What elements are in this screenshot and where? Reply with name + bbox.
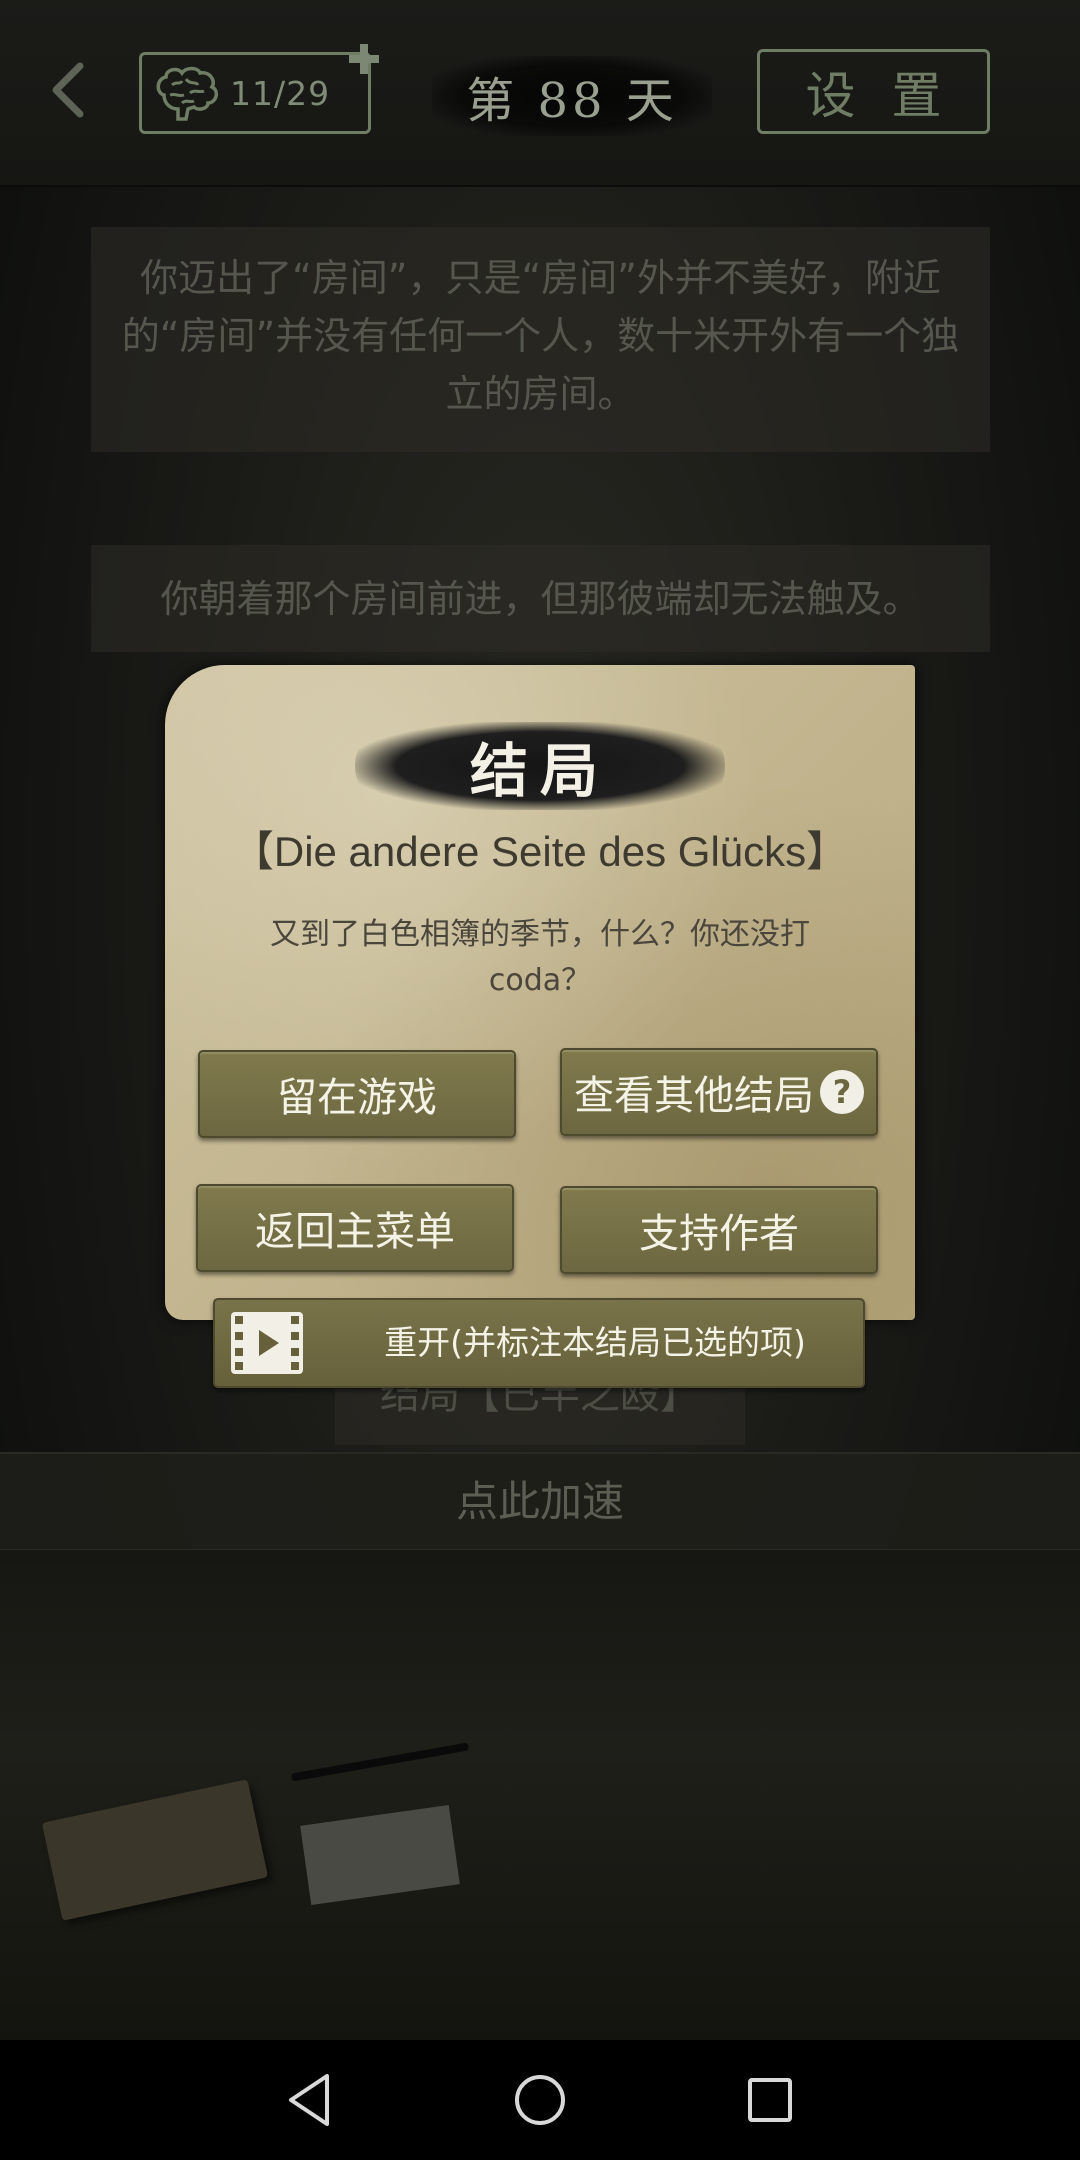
support-author-button[interactable]: 支持作者 [560, 1186, 878, 1274]
film-play-icon [231, 1312, 303, 1374]
brain-count: 11/29 [230, 73, 331, 113]
question-icon[interactable]: ? [820, 1070, 864, 1114]
restart-button[interactable]: 重开(并标注本结局已选的项) [213, 1298, 865, 1388]
system-nav-bar [0, 2040, 1080, 2160]
dialog-title: 结局 [355, 722, 725, 810]
speed-up-button[interactable]: 点此加速 [0, 1452, 1080, 1551]
triangle-back-icon [289, 2074, 329, 2126]
top-bar: 11/29 第 88 天 设置 [0, 0, 1080, 187]
stay-in-game-button[interactable]: 留在游戏 [198, 1050, 516, 1138]
view-other-endings-label: 查看其他结局 [574, 1073, 814, 1119]
brain-counter[interactable]: 11/29 [139, 52, 371, 134]
day-label: 第 88 天 [432, 56, 712, 136]
stay-in-game-label: 留在游戏 [277, 1075, 437, 1121]
view-other-endings-button[interactable]: 查看其他结局 ? [560, 1048, 878, 1136]
brain-icon [156, 66, 219, 121]
restart-label: 重开(并标注本结局已选的项) [384, 1323, 806, 1362]
nav-home-button[interactable] [500, 2060, 580, 2140]
main-menu-button[interactable]: 返回主菜单 [196, 1184, 514, 1272]
nav-back-button[interactable] [270, 2060, 350, 2140]
settings-button[interactable]: 设置 [757, 49, 990, 134]
main-menu-label: 返回主菜单 [255, 1209, 455, 1255]
plus-icon[interactable] [347, 42, 381, 76]
square-recent-icon [748, 2078, 792, 2122]
floor-background [0, 1550, 1080, 2040]
ending-description: 又到了白色相簿的季节，什么？你还没打coda？ [270, 917, 810, 998]
chevron-left-icon [52, 62, 84, 118]
back-button[interactable] [38, 50, 98, 130]
ending-name: 【Die andere Seite des Glücks】 [231, 828, 849, 875]
circle-home-icon [515, 2075, 565, 2125]
story-paragraph: 你朝着那个房间前进，但那彼端却无法触及。 [91, 545, 990, 652]
story-paragraph: 你迈出了“房间”，只是“房间”外并不美好，附近的“房间”并没有任何一个人，数十米… [91, 227, 990, 452]
nav-recent-button[interactable] [730, 2060, 810, 2140]
game-screen: 11/29 第 88 天 设置 你迈出了“房间”，只是“房间”外并不美好，附近的… [0, 0, 1080, 2160]
support-author-label: 支持作者 [639, 1211, 799, 1257]
